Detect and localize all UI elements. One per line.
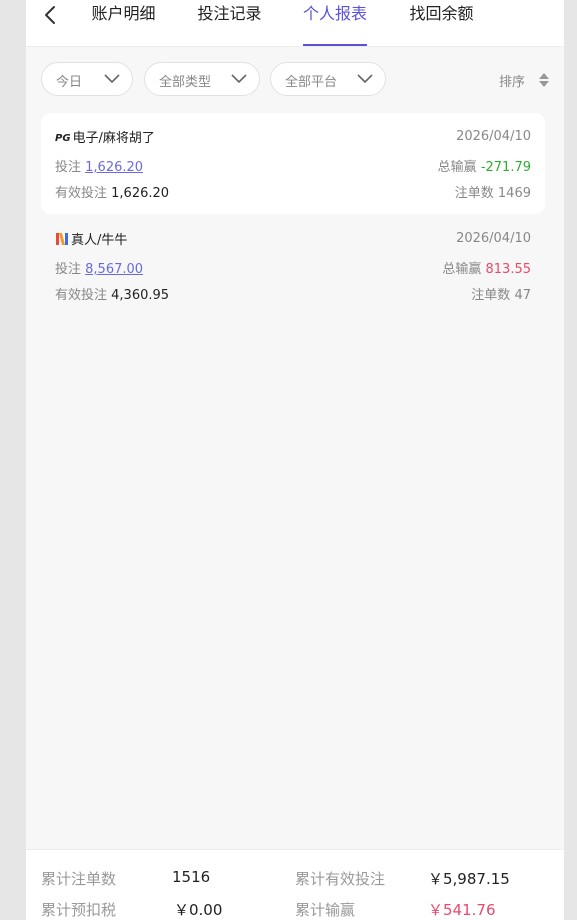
- active-tab-underline: [303, 44, 367, 46]
- total-orders-label: 累计注单数: [41, 870, 117, 888]
- game-title: PG 电子/麻将胡了: [55, 127, 155, 146]
- date-filter-dropdown[interactable]: 今日: [41, 62, 133, 96]
- winloss-label: 总输赢: [437, 160, 477, 175]
- total-valid-bet-value: ￥5,987.15: [428, 870, 510, 888]
- platform-filter-dropdown[interactable]: 全部平台: [270, 62, 386, 96]
- order-count-label: 注单数: [454, 186, 494, 201]
- winloss-row: 总输赢 813.55: [442, 258, 531, 277]
- chevron-down-icon: [104, 74, 120, 84]
- summary-footer: 累计注单数 1516 累计有效投注 ￥5,987.15 累计预扣税 ￥0.00 …: [26, 849, 564, 920]
- bet-amount-row: 投注 1,626.20: [55, 156, 143, 175]
- total-tax-value: ￥0.00: [174, 901, 223, 919]
- bet-amount-row: 投注 8,567.00: [55, 258, 143, 277]
- date-filter-value: 今日: [56, 75, 83, 90]
- game-title: 真人/牛牛: [55, 229, 127, 250]
- order-count-label: 注单数: [471, 288, 511, 303]
- order-count-row: 注单数 1469: [455, 182, 531, 201]
- winloss-value: 813.55: [485, 262, 532, 277]
- bet-amount-link[interactable]: 1,626.20: [85, 160, 143, 175]
- back-arrow-icon[interactable]: [40, 5, 60, 25]
- tab-label: 个人报表: [303, 4, 368, 23]
- valid-bet-value: 4,360.95: [111, 288, 170, 303]
- record-date: 2026/04/10: [456, 231, 531, 246]
- bet-label: 投注: [55, 262, 82, 277]
- total-winloss-label: 累计输赢: [295, 901, 356, 919]
- valid-bet-row: 有效投注 1,626.20: [55, 182, 169, 201]
- order-count-value: 1469: [497, 186, 531, 201]
- valid-bet-row: 有效投注 4,360.95: [55, 284, 169, 303]
- total-orders-value: 1516: [172, 868, 211, 886]
- report-record-card[interactable]: PG 电子/麻将胡了 2026/04/10 投注 1,626.20 总输赢 -27…: [41, 113, 545, 214]
- winloss-value: -271.79: [480, 160, 531, 175]
- app-screen: 账户明细 投注记录 个人报表 找回余额 今日 全部类型 全部平台 排序 PG 电…: [26, 0, 564, 920]
- type-filter-dropdown[interactable]: 全部类型: [144, 62, 260, 96]
- sort-label: 排序: [499, 75, 526, 90]
- total-valid-bet-label: 累计有效投注: [295, 870, 386, 888]
- tab-label: 找回余额: [409, 4, 474, 23]
- record-date: 2026/04/10: [456, 129, 531, 144]
- sort-button[interactable]: 排序: [499, 71, 549, 90]
- type-filter-value: 全部类型: [159, 75, 212, 90]
- chevron-down-icon: [231, 74, 247, 84]
- order-count-row: 注单数 47: [471, 284, 531, 303]
- tab-label: 账户明细: [91, 4, 156, 23]
- report-record-card[interactable]: 真人/牛牛 2026/04/10 投注 8,567.00 总输赢 813.55 …: [41, 215, 545, 316]
- game-name: 电子/麻将胡了: [72, 131, 155, 146]
- bet-label: 投注: [55, 160, 82, 175]
- tab-bet-records[interactable]: 投注记录: [197, 4, 262, 46]
- live-casino-logo-icon: [55, 232, 69, 250]
- total-tax-label: 累计预扣税: [41, 901, 117, 919]
- order-count-value: 47: [514, 288, 531, 303]
- bet-amount-link[interactable]: 8,567.00: [85, 262, 143, 277]
- platform-filter-value: 全部平台: [285, 75, 338, 90]
- tab-label: 投注记录: [197, 4, 262, 23]
- valid-bet-value: 1,626.20: [111, 186, 170, 201]
- top-nav: 账户明细 投注记录 个人报表 找回余额: [26, 0, 564, 47]
- tab-personal-report[interactable]: 个人报表: [303, 4, 367, 46]
- game-name: 真人/牛牛: [71, 233, 128, 248]
- tab-recover-balance[interactable]: 找回余额: [409, 4, 474, 46]
- sort-icon: [539, 73, 549, 87]
- pg-logo-icon: PG: [55, 133, 71, 144]
- winloss-row: 总输赢 -271.79: [438, 156, 531, 175]
- valid-bet-label: 有效投注: [55, 186, 108, 201]
- winloss-label: 总输赢: [442, 262, 482, 277]
- chevron-down-icon: [357, 74, 373, 84]
- tab-account-detail[interactable]: 账户明细: [91, 4, 156, 46]
- valid-bet-label: 有效投注: [55, 288, 108, 303]
- total-winloss-value: ￥541.76: [428, 901, 496, 919]
